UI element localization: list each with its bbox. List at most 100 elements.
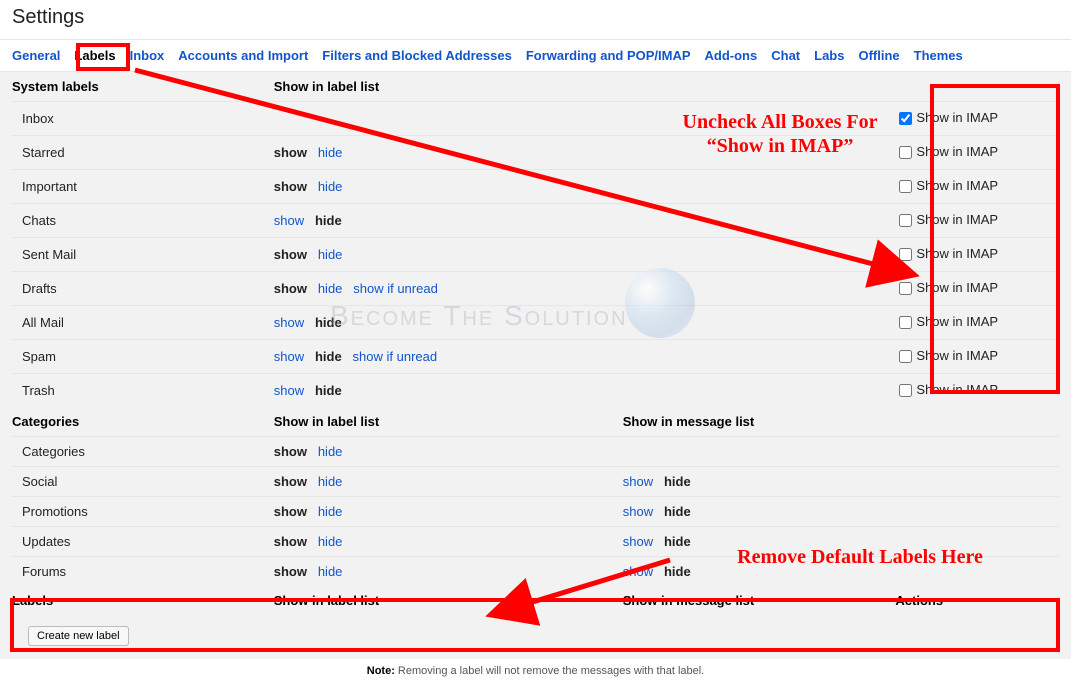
hide-link[interactable]: hide: [318, 444, 343, 459]
hide-link[interactable]: hide: [318, 504, 343, 519]
show-link[interactable]: show: [274, 564, 307, 579]
show-link[interactable]: show: [274, 145, 307, 160]
show-in-label-list-cell: show hide: [274, 437, 623, 467]
show-link[interactable]: show: [274, 474, 307, 489]
show-in-imap-checkbox[interactable]: [899, 384, 912, 397]
page-title: Settings: [0, 0, 1071, 39]
system-label-row: Starredshow hideShow in IMAP: [12, 136, 1059, 170]
show-in-message-list-cell: show hide: [623, 557, 896, 587]
tab-add-ons[interactable]: Add-ons: [705, 48, 758, 63]
show-in-imap-checkbox[interactable]: [899, 316, 912, 329]
hide-link[interactable]: hide: [315, 213, 342, 228]
show-in-imap-checkbox[interactable]: [899, 214, 912, 227]
show-in-imap-label: Show in IMAP: [916, 348, 998, 363]
show-in-imap-cell: Show in IMAP: [895, 272, 1059, 306]
show-in-label-list-cell: show hide show if unread: [274, 272, 623, 306]
hide-link[interactable]: hide: [664, 534, 691, 549]
header-show-in-label-list-3: Show in label list: [274, 586, 623, 615]
system-label-row: Spamshow hide show if unreadShow in IMAP: [12, 340, 1059, 374]
show-in-imap-checkbox[interactable]: [899, 146, 912, 159]
show-in-imap-label: Show in IMAP: [916, 246, 998, 261]
label-name: Chats: [12, 204, 274, 238]
show-in-imap-label: Show in IMAP: [916, 144, 998, 159]
show-in-imap-label: Show in IMAP: [916, 314, 998, 329]
section-header-labels: Labels Show in label list Show in messag…: [12, 586, 1059, 615]
show-link[interactable]: show: [274, 213, 304, 228]
show-in-imap-cell: Show in IMAP: [895, 340, 1059, 374]
label-name: Inbox: [12, 102, 274, 136]
header-categories: Categories: [12, 407, 274, 437]
hide-link[interactable]: hide: [315, 383, 342, 398]
show-link[interactable]: show: [274, 504, 307, 519]
tab-general[interactable]: General: [12, 48, 60, 63]
category-name: Categories: [12, 437, 274, 467]
label-name: Trash: [12, 374, 274, 408]
category-row: Updatesshow hideshow hide: [12, 527, 1059, 557]
header-show-in-message-list-2: Show in message list: [623, 586, 896, 615]
hide-link[interactable]: hide: [664, 564, 691, 579]
hide-link[interactable]: hide: [318, 474, 343, 489]
tab-inbox[interactable]: Inbox: [130, 48, 165, 63]
show-in-imap-cell: Show in IMAP: [895, 102, 1059, 136]
hide-link[interactable]: hide: [315, 315, 342, 330]
hide-link[interactable]: hide: [318, 247, 343, 262]
system-label-row: Inbox Show in IMAP: [12, 102, 1059, 136]
show-in-imap-cell: Show in IMAP: [895, 306, 1059, 340]
category-name: Updates: [12, 527, 274, 557]
hide-link[interactable]: hide: [318, 179, 343, 194]
tab-labs[interactable]: Labs: [814, 48, 844, 63]
show-in-imap-cell: Show in IMAP: [895, 204, 1059, 238]
tab-labels[interactable]: Labels: [74, 48, 115, 63]
hide-link[interactable]: hide: [318, 281, 343, 296]
note-rest: Removing a label will not remove the mes…: [395, 665, 704, 677]
tab-chat[interactable]: Chat: [771, 48, 800, 63]
hide-link[interactable]: hide: [318, 564, 343, 579]
show-if-unread-link[interactable]: show if unread: [353, 349, 438, 364]
category-name: Promotions: [12, 497, 274, 527]
show-link[interactable]: show: [274, 444, 307, 459]
show-in-imap-label: Show in IMAP: [916, 110, 998, 125]
tab-forwarding-and-pop-imap[interactable]: Forwarding and POP/IMAP: [526, 48, 691, 63]
label-name: Important: [12, 170, 274, 204]
show-if-unread-link[interactable]: show if unread: [353, 281, 438, 296]
show-link[interactable]: show: [274, 179, 307, 194]
show-in-message-list-cell: show hide: [623, 527, 896, 557]
show-link[interactable]: show: [274, 315, 304, 330]
tab-offline[interactable]: Offline: [858, 48, 899, 63]
show-in-imap-checkbox[interactable]: [899, 282, 912, 295]
show-link[interactable]: show: [274, 383, 304, 398]
create-new-label-button[interactable]: Create new label: [28, 626, 129, 646]
show-link[interactable]: show: [274, 534, 307, 549]
show-in-message-list-cell: [623, 437, 896, 467]
show-link[interactable]: show: [623, 564, 653, 579]
hide-link[interactable]: hide: [664, 504, 691, 519]
show-link[interactable]: show: [274, 281, 307, 296]
tab-themes[interactable]: Themes: [914, 48, 963, 63]
show-in-imap-checkbox[interactable]: [899, 180, 912, 193]
show-in-label-list-cell: show hide: [274, 527, 623, 557]
show-in-message-list-cell: show hide: [623, 497, 896, 527]
system-label-row: Draftsshow hide show if unreadShow in IM…: [12, 272, 1059, 306]
show-in-imap-checkbox[interactable]: [899, 248, 912, 261]
show-link[interactable]: show: [623, 534, 653, 549]
show-in-imap-label: Show in IMAP: [916, 178, 998, 193]
labels-create-row: Create new label: [12, 615, 1059, 653]
hide-link[interactable]: hide: [318, 145, 343, 160]
header-labels: Labels: [12, 586, 274, 615]
note-bold: Note:: [367, 665, 395, 677]
category-name: Forums: [12, 557, 274, 587]
tab-accounts-and-import[interactable]: Accounts and Import: [178, 48, 308, 63]
hide-link[interactable]: hide: [315, 349, 342, 364]
show-in-label-list-cell: [274, 102, 623, 136]
show-link[interactable]: show: [623, 504, 653, 519]
show-link[interactable]: show: [623, 474, 653, 489]
show-in-label-list-cell: show hide: [274, 170, 623, 204]
show-in-imap-checkbox[interactable]: [899, 350, 912, 363]
hide-link[interactable]: hide: [318, 534, 343, 549]
show-link[interactable]: show: [274, 247, 307, 262]
settings-tabstrip: General Labels Inbox Accounts and Import Fil…: [0, 39, 1071, 72]
show-in-imap-checkbox[interactable]: [899, 112, 912, 125]
show-link[interactable]: show: [274, 349, 304, 364]
tab-filters-and-blocked-addresses[interactable]: Filters and Blocked Addresses: [322, 48, 512, 63]
hide-link[interactable]: hide: [664, 474, 691, 489]
